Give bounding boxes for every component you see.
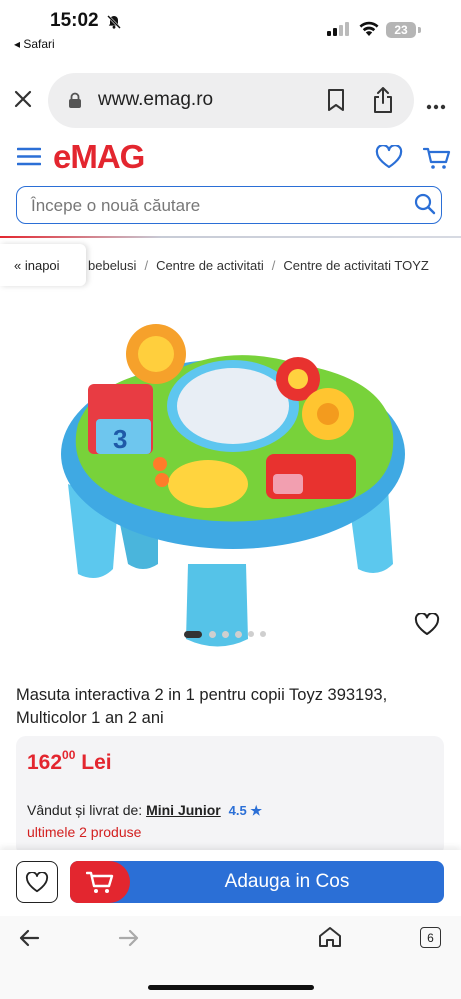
stock-status: ultimele 2 produse bbox=[27, 824, 142, 840]
wifi-icon bbox=[358, 20, 380, 42]
cart-icon[interactable] bbox=[70, 861, 130, 903]
sold-by-label: Vândut și livrat de: bbox=[27, 802, 143, 818]
add-to-cart-button[interactable]: Adauga in Cos bbox=[70, 861, 444, 903]
favorite-button[interactable] bbox=[16, 861, 58, 903]
breadcrumb-item[interactable]: Centre de activitati bbox=[156, 258, 264, 273]
battery-tip bbox=[418, 27, 421, 33]
price-decimals: 00 bbox=[62, 748, 76, 762]
share-icon[interactable] bbox=[372, 86, 394, 119]
carousel-dot[interactable] bbox=[222, 631, 229, 638]
emag-logo[interactable]: eMAG bbox=[53, 138, 145, 176]
url-text[interactable]: www.emag.ro bbox=[98, 89, 213, 111]
carousel-dot[interactable] bbox=[209, 631, 216, 638]
carousel-dot[interactable] bbox=[260, 631, 266, 637]
bell-muted-icon bbox=[106, 14, 122, 35]
favorites-heart-icon[interactable] bbox=[375, 144, 403, 174]
cellular-signal-icon bbox=[327, 22, 349, 41]
tabs-button[interactable]: 6 bbox=[420, 927, 441, 948]
cart-icon[interactable] bbox=[422, 146, 451, 175]
lock-icon bbox=[68, 92, 82, 113]
home-icon[interactable] bbox=[318, 926, 342, 953]
seller-info: Vândut și livrat de: Mini Junior 4.5 ★ bbox=[27, 802, 262, 819]
add-to-cart-label[interactable]: Adauga in Cos bbox=[130, 861, 444, 903]
status-time: 15:02 bbox=[50, 10, 99, 31]
svg-text:3: 3 bbox=[113, 424, 127, 454]
hamburger-menu-icon[interactable] bbox=[16, 147, 42, 171]
search-placeholder[interactable]: Începe o nouă căutare bbox=[31, 196, 200, 216]
price-integer: 162 bbox=[27, 751, 63, 774]
forward-arrow-icon[interactable] bbox=[118, 928, 140, 953]
seller-link[interactable]: Mini Junior bbox=[146, 802, 221, 818]
search-icon[interactable] bbox=[414, 193, 436, 220]
product-price: 16200 Lei bbox=[27, 748, 112, 775]
carousel-dot[interactable] bbox=[248, 631, 254, 637]
seller-rating[interactable]: 4.5 ★ bbox=[229, 803, 262, 818]
carousel-dot[interactable] bbox=[235, 631, 242, 638]
breadcrumb-item[interactable]: Centre de activitati TOYZ bbox=[283, 258, 428, 273]
breadcrumb: bebelusi / Centre de activitati / Centre de … bbox=[88, 258, 429, 273]
close-icon[interactable] bbox=[12, 88, 34, 115]
battery-indicator: 23 bbox=[386, 22, 416, 38]
product-image[interactable]: 3 bbox=[58, 324, 408, 659]
bookmark-icon[interactable] bbox=[326, 88, 346, 117]
header-divider bbox=[0, 236, 461, 238]
product-title: Masuta interactiva 2 in 1 pentru copii T… bbox=[16, 686, 388, 727]
heart-icon bbox=[25, 871, 49, 892]
add-to-favorites-heart-icon[interactable] bbox=[414, 612, 440, 641]
breadcrumb-item[interactable]: bebelusi bbox=[88, 258, 136, 273]
back-button[interactable]: « inapoi bbox=[0, 244, 86, 286]
price-currency: Lei bbox=[81, 751, 112, 774]
carousel-dot-active[interactable] bbox=[184, 631, 202, 638]
star-icon: ★ bbox=[250, 803, 262, 818]
back-to-safari[interactable]: ◂ Safari bbox=[14, 37, 55, 51]
more-icon[interactable] bbox=[426, 97, 446, 115]
back-arrow-icon[interactable] bbox=[18, 928, 40, 953]
home-indicator bbox=[148, 985, 314, 990]
